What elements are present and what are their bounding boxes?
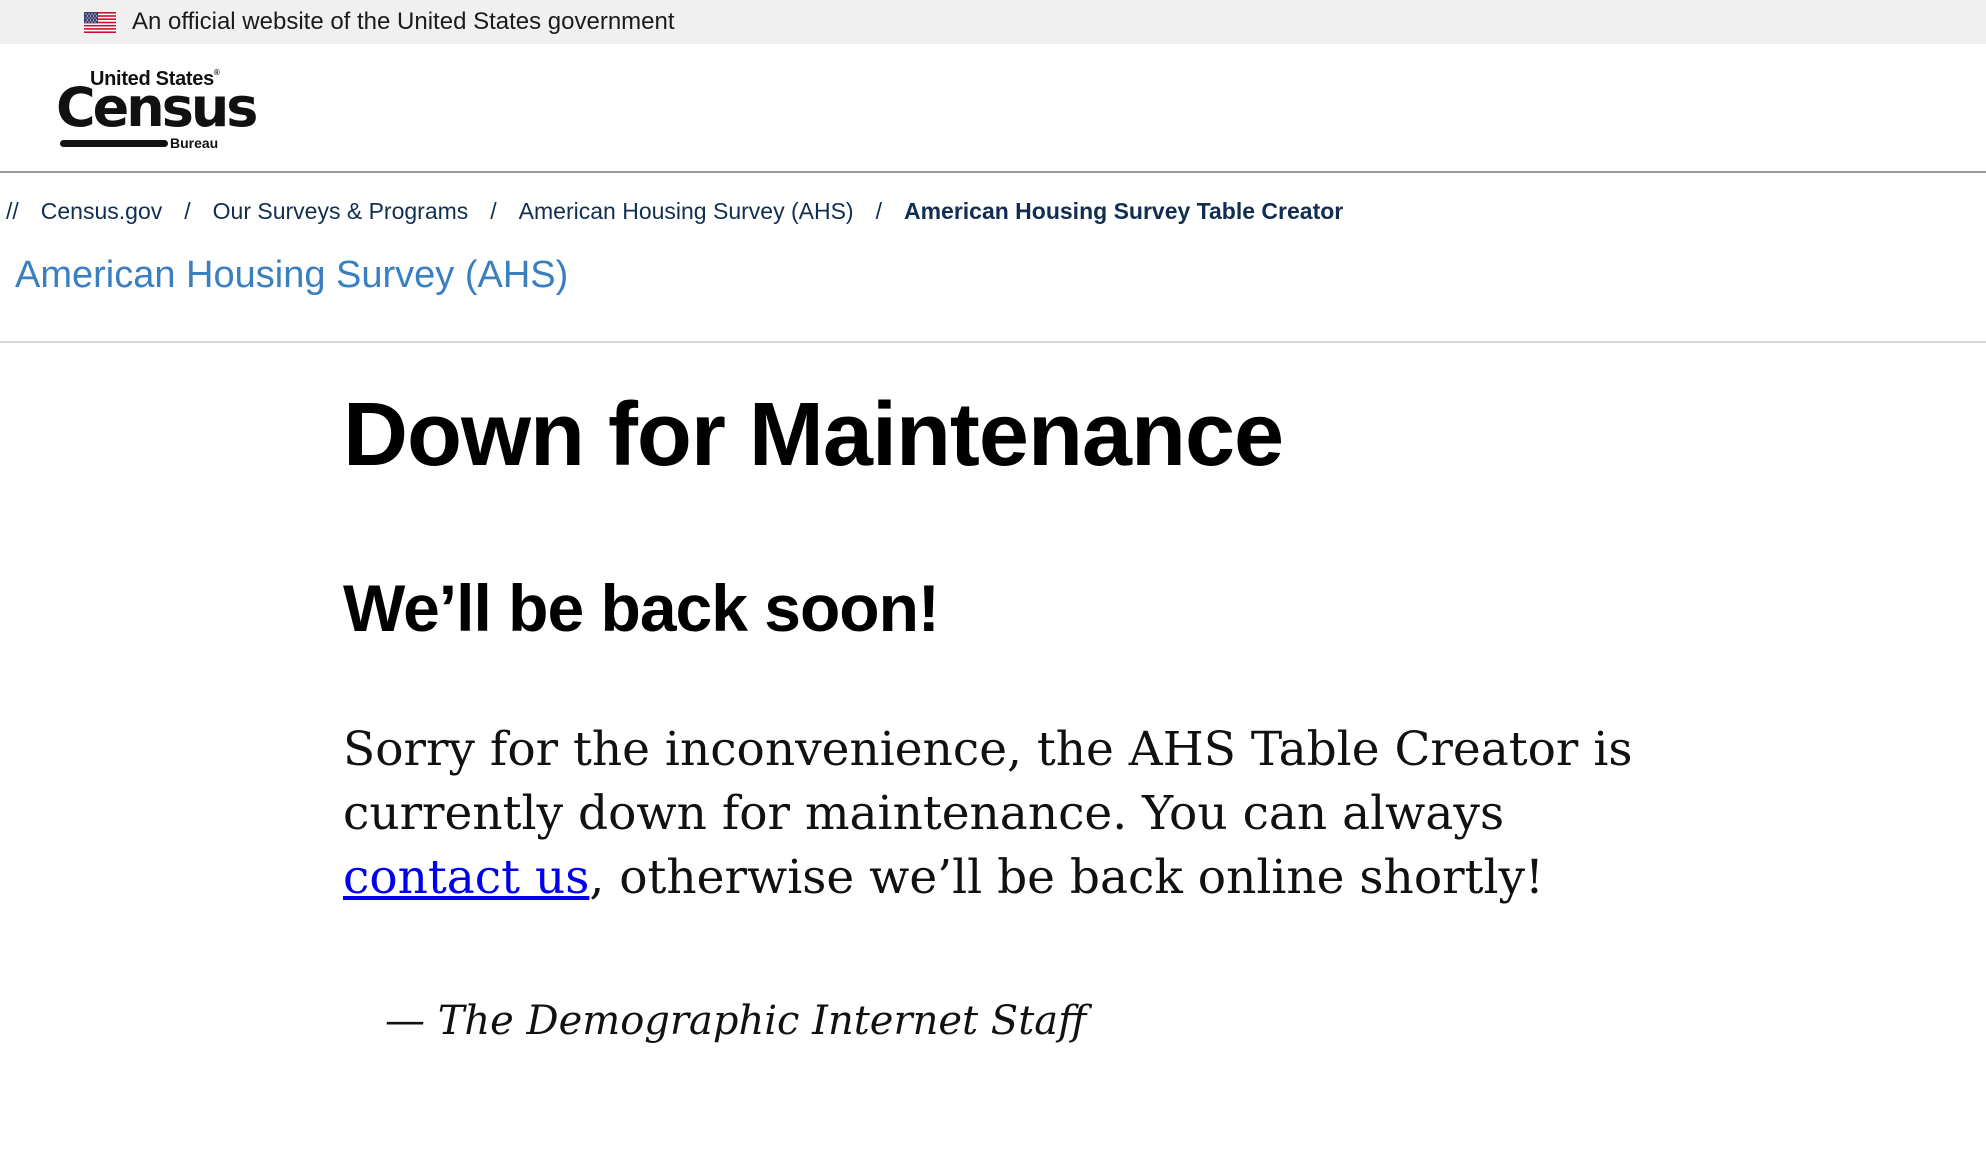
logo-bottom-text: Bureau <box>170 135 219 151</box>
breadcrumb-item-ahs[interactable]: American Housing Survey (AHS) <box>519 198 854 225</box>
message-text-after: , otherwise we’ll be back online shortly… <box>589 850 1544 905</box>
section-divider <box>0 341 1986 343</box>
logo-underline <box>60 140 168 147</box>
message-text-before: Sorry for the inconvenience, the AHS Tab… <box>343 722 1633 841</box>
contact-us-link[interactable]: contact us <box>343 850 589 905</box>
main-content: Down for Maintenance We’ll be back soon!… <box>343 380 1643 1044</box>
section-title-link[interactable]: American Housing Survey (AHS) <box>15 254 568 297</box>
breadcrumb-item-surveys-programs[interactable]: Our Surveys & Programs <box>213 198 469 225</box>
breadcrumb-separator: / <box>490 198 497 224</box>
gov-banner-text: An official website of the United States… <box>132 8 675 35</box>
page-title: Down for Maintenance <box>343 385 1284 485</box>
site-header: United States® Census Bureau <box>0 44 1986 173</box>
breadcrumb-lead: // <box>6 198 19 224</box>
signature: — The Demographic Internet Staff <box>385 998 1087 1044</box>
gov-banner: An official website of the United States… <box>0 0 1986 44</box>
census-logo[interactable]: United States® Census Bureau <box>56 68 258 158</box>
breadcrumb-item-census-gov[interactable]: Census.gov <box>41 198 162 225</box>
maintenance-message: Sorry for the inconvenience, the AHS Tab… <box>343 718 1673 910</box>
breadcrumb-separator: / <box>184 198 191 224</box>
breadcrumb: // Census.gov / Our Surveys & Programs /… <box>6 198 1343 225</box>
page-subtitle: We’ll be back soon! <box>343 571 940 645</box>
us-flag-icon <box>84 11 116 33</box>
breadcrumb-separator: / <box>875 198 882 224</box>
logo-main-text: Census <box>56 76 258 139</box>
breadcrumb-item-current: American Housing Survey Table Creator <box>903 198 1344 224</box>
